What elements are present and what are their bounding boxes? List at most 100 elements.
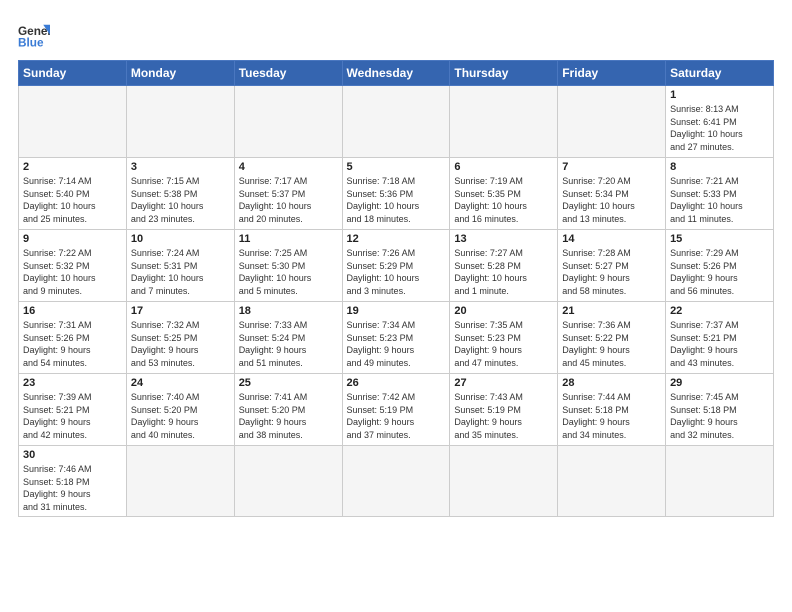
day-number: 24 xyxy=(131,377,230,389)
calendar-cell: 22 Sunrise: 7:37 AM Sunset: 5:21 PM Dayli… xyxy=(666,302,774,374)
day-number: 7 xyxy=(562,161,661,173)
calendar-week-row: 30 Sunrise: 7:46 AM Sunset: 5:18 PM Dayli… xyxy=(19,446,774,517)
day-number: 18 xyxy=(239,305,338,317)
weekday-header-wednesday: Wednesday xyxy=(342,61,450,86)
day-info: Sunrise: 7:39 AM Sunset: 5:21 PM Dayligh… xyxy=(23,391,122,441)
day-number: 14 xyxy=(562,233,661,245)
calendar-cell: 1Sunrise: 8:13 AM Sunset: 6:41 PM Daylig… xyxy=(666,86,774,158)
day-number: 4 xyxy=(239,161,338,173)
day-info: Sunrise: 7:46 AM Sunset: 5:18 PM Dayligh… xyxy=(23,463,122,513)
day-number: 26 xyxy=(347,377,446,389)
day-number: 6 xyxy=(454,161,553,173)
calendar-cell: 17 Sunrise: 7:32 AM Sunset: 5:25 PM Dayli… xyxy=(126,302,234,374)
day-number: 9 xyxy=(23,233,122,245)
day-info: Sunrise: 7:44 AM Sunset: 5:18 PM Dayligh… xyxy=(562,391,661,441)
calendar-cell: 7Sunrise: 7:20 AM Sunset: 5:34 PM Daylig… xyxy=(558,158,666,230)
calendar-cell xyxy=(558,86,666,158)
day-number: 16 xyxy=(23,305,122,317)
calendar-cell: 5Sunrise: 7:18 AM Sunset: 5:36 PM Daylig… xyxy=(342,158,450,230)
day-info: Sunrise: 7:27 AM Sunset: 5:28 PM Dayligh… xyxy=(454,247,553,297)
day-number: 30 xyxy=(23,449,122,461)
day-info: Sunrise: 7:33 AM Sunset: 5:24 PM Dayligh… xyxy=(239,319,338,369)
day-number: 3 xyxy=(131,161,230,173)
calendar-cell: 2 Sunrise: 7:14 AM Sunset: 5:40 PM Daylig… xyxy=(19,158,127,230)
calendar-cell: 9 Sunrise: 7:22 AM Sunset: 5:32 PM Daylig… xyxy=(19,230,127,302)
calendar-cell xyxy=(126,86,234,158)
calendar-cell xyxy=(19,86,127,158)
day-number: 28 xyxy=(562,377,661,389)
day-info: Sunrise: 7:14 AM Sunset: 5:40 PM Dayligh… xyxy=(23,175,122,225)
calendar-cell: 20Sunrise: 7:35 AM Sunset: 5:23 PM Dayli… xyxy=(450,302,558,374)
calendar-cell: 13 Sunrise: 7:27 AM Sunset: 5:28 PM Dayli… xyxy=(450,230,558,302)
day-info: Sunrise: 7:31 AM Sunset: 5:26 PM Dayligh… xyxy=(23,319,122,369)
day-number: 23 xyxy=(23,377,122,389)
day-info: Sunrise: 7:36 AM Sunset: 5:22 PM Dayligh… xyxy=(562,319,661,369)
calendar-week-row: 16 Sunrise: 7:31 AM Sunset: 5:26 PM Dayli… xyxy=(19,302,774,374)
calendar-cell xyxy=(342,86,450,158)
day-info: Sunrise: 7:41 AM Sunset: 5:20 PM Dayligh… xyxy=(239,391,338,441)
day-info: Sunrise: 7:45 AM Sunset: 5:18 PM Dayligh… xyxy=(670,391,769,441)
calendar-cell: 18 Sunrise: 7:33 AM Sunset: 5:24 PM Dayli… xyxy=(234,302,342,374)
calendar-cell: 10 Sunrise: 7:24 AM Sunset: 5:31 PM Dayli… xyxy=(126,230,234,302)
day-info: Sunrise: 7:15 AM Sunset: 5:38 PM Dayligh… xyxy=(131,175,230,225)
day-number: 2 xyxy=(23,161,122,173)
calendar-cell: 16 Sunrise: 7:31 AM Sunset: 5:26 PM Dayli… xyxy=(19,302,127,374)
day-info: Sunrise: 7:25 AM Sunset: 5:30 PM Dayligh… xyxy=(239,247,338,297)
calendar-week-row: 1Sunrise: 8:13 AM Sunset: 6:41 PM Daylig… xyxy=(19,86,774,158)
day-info: Sunrise: 7:40 AM Sunset: 5:20 PM Dayligh… xyxy=(131,391,230,441)
header: General Blue xyxy=(18,18,774,50)
day-info: Sunrise: 7:32 AM Sunset: 5:25 PM Dayligh… xyxy=(131,319,230,369)
day-number: 20 xyxy=(454,305,553,317)
calendar-week-row: 2 Sunrise: 7:14 AM Sunset: 5:40 PM Daylig… xyxy=(19,158,774,230)
day-number: 21 xyxy=(562,305,661,317)
calendar-cell xyxy=(666,446,774,517)
day-info: Sunrise: 7:42 AM Sunset: 5:19 PM Dayligh… xyxy=(347,391,446,441)
svg-text:Blue: Blue xyxy=(18,37,44,50)
day-number: 5 xyxy=(347,161,446,173)
weekday-header-tuesday: Tuesday xyxy=(234,61,342,86)
day-info: Sunrise: 7:24 AM Sunset: 5:31 PM Dayligh… xyxy=(131,247,230,297)
day-info: Sunrise: 8:13 AM Sunset: 6:41 PM Dayligh… xyxy=(670,103,769,153)
calendar-week-row: 9 Sunrise: 7:22 AM Sunset: 5:32 PM Daylig… xyxy=(19,230,774,302)
calendar-cell: 15 Sunrise: 7:29 AM Sunset: 5:26 PM Dayli… xyxy=(666,230,774,302)
calendar-cell: 6 Sunrise: 7:19 AM Sunset: 5:35 PM Daylig… xyxy=(450,158,558,230)
calendar-cell: 4 Sunrise: 7:17 AM Sunset: 5:37 PM Daylig… xyxy=(234,158,342,230)
day-number: 22 xyxy=(670,305,769,317)
day-number: 29 xyxy=(670,377,769,389)
calendar-cell: 14 Sunrise: 7:28 AM Sunset: 5:27 PM Dayli… xyxy=(558,230,666,302)
day-info: Sunrise: 7:37 AM Sunset: 5:21 PM Dayligh… xyxy=(670,319,769,369)
day-number: 25 xyxy=(239,377,338,389)
generalblue-logo-icon: General Blue xyxy=(18,18,50,50)
calendar-cell: 24 Sunrise: 7:40 AM Sunset: 5:20 PM Dayli… xyxy=(126,374,234,446)
calendar-cell: 11 Sunrise: 7:25 AM Sunset: 5:30 PM Dayli… xyxy=(234,230,342,302)
weekday-header-thursday: Thursday xyxy=(450,61,558,86)
day-info: Sunrise: 7:28 AM Sunset: 5:27 PM Dayligh… xyxy=(562,247,661,297)
calendar-cell: 19 Sunrise: 7:34 AM Sunset: 5:23 PM Dayli… xyxy=(342,302,450,374)
day-number: 13 xyxy=(454,233,553,245)
day-number: 19 xyxy=(347,305,446,317)
day-number: 11 xyxy=(239,233,338,245)
calendar-cell xyxy=(450,86,558,158)
calendar-cell xyxy=(558,446,666,517)
calendar-cell: 8Sunrise: 7:21 AM Sunset: 5:33 PM Daylig… xyxy=(666,158,774,230)
calendar-cell xyxy=(234,86,342,158)
day-info: Sunrise: 7:19 AM Sunset: 5:35 PM Dayligh… xyxy=(454,175,553,225)
calendar-cell: 26 Sunrise: 7:42 AM Sunset: 5:19 PM Dayli… xyxy=(342,374,450,446)
day-info: Sunrise: 7:22 AM Sunset: 5:32 PM Dayligh… xyxy=(23,247,122,297)
day-number: 15 xyxy=(670,233,769,245)
day-info: Sunrise: 7:17 AM Sunset: 5:37 PM Dayligh… xyxy=(239,175,338,225)
day-number: 10 xyxy=(131,233,230,245)
day-number: 17 xyxy=(131,305,230,317)
day-info: Sunrise: 7:34 AM Sunset: 5:23 PM Dayligh… xyxy=(347,319,446,369)
calendar-cell xyxy=(450,446,558,517)
day-info: Sunrise: 7:21 AM Sunset: 5:33 PM Dayligh… xyxy=(670,175,769,225)
day-info: Sunrise: 7:26 AM Sunset: 5:29 PM Dayligh… xyxy=(347,247,446,297)
calendar-cell: 27Sunrise: 7:43 AM Sunset: 5:19 PM Dayli… xyxy=(450,374,558,446)
weekday-header-monday: Monday xyxy=(126,61,234,86)
calendar-cell: 3 Sunrise: 7:15 AM Sunset: 5:38 PM Daylig… xyxy=(126,158,234,230)
day-info: Sunrise: 7:29 AM Sunset: 5:26 PM Dayligh… xyxy=(670,247,769,297)
calendar-cell: 23 Sunrise: 7:39 AM Sunset: 5:21 PM Dayli… xyxy=(19,374,127,446)
day-number: 27 xyxy=(454,377,553,389)
calendar-cell: 12Sunrise: 7:26 AM Sunset: 5:29 PM Dayli… xyxy=(342,230,450,302)
logo: General Blue xyxy=(18,18,50,50)
